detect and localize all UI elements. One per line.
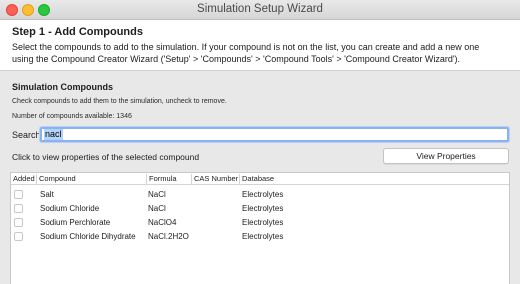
column-header-cas-number[interactable]: CAS Number — [191, 174, 239, 184]
compound-formula: NaClO4 — [148, 218, 177, 227]
step-description: Select the compounds to add to the simul… — [12, 41, 512, 65]
compound-database: Electrolytes — [242, 218, 284, 227]
column-header-formula[interactable]: Formula — [146, 174, 191, 184]
compound-name: Sodium Perchlorate — [40, 218, 111, 227]
search-value: nacl — [44, 129, 63, 140]
search-input[interactable]: nacl — [40, 127, 509, 142]
view-properties-button[interactable]: View Properties — [383, 148, 509, 164]
compound-database: Electrolytes — [242, 204, 284, 213]
added-checkbox[interactable] — [14, 190, 23, 199]
window-titlebar: Simulation Setup Wizard — [0, 0, 520, 20]
section-title: Simulation Compounds — [12, 82, 113, 92]
search-label: Search — [12, 130, 41, 140]
table-row[interactable]: Sodium Chloride NaCl Electrolytes — [11, 202, 509, 216]
description-line-2: using the Compound Creator Wizard ('Setu… — [12, 54, 461, 64]
compound-formula: NaCl — [148, 190, 166, 199]
view-properties-hint: Click to view properties of the selected… — [12, 152, 200, 162]
compound-name: Salt — [40, 190, 54, 199]
compounds-table: Added Compound Formula CAS Number Databa… — [10, 172, 510, 284]
compound-formula: NaCl — [148, 204, 166, 213]
window-title: Simulation Setup Wizard — [197, 3, 323, 15]
column-header-compound[interactable]: Compound — [36, 174, 146, 184]
description-line-1: Select the compounds to add to the simul… — [12, 42, 480, 52]
column-header-database[interactable]: Database — [239, 174, 299, 184]
table-row[interactable]: Salt NaCl Electrolytes — [11, 188, 509, 202]
table-row[interactable]: Sodium Perchlorate NaClO4 Electrolytes — [11, 216, 509, 230]
compound-name: Sodium Chloride Dihydrate — [40, 232, 136, 241]
compound-count: Number of compounds available: 1346 — [12, 113, 132, 120]
compound-formula: NaCl.2H2O — [148, 232, 189, 241]
compound-name: Sodium Chloride — [40, 204, 100, 213]
table-row[interactable]: Sodium Chloride Dihydrate NaCl.2H2O Elec… — [11, 230, 509, 244]
added-checkbox[interactable] — [14, 232, 23, 241]
check-hint: Check compounds to add them to the simul… — [12, 98, 227, 105]
step-title: Step 1 - Add Compounds — [12, 26, 143, 38]
wizard-header: Step 1 - Add Compounds Select the compou… — [0, 20, 520, 71]
table-header: Added Compound Formula CAS Number Databa… — [11, 173, 509, 185]
added-checkbox[interactable] — [14, 218, 23, 227]
compound-database: Electrolytes — [242, 190, 284, 199]
compound-database: Electrolytes — [242, 232, 284, 241]
added-checkbox[interactable] — [14, 204, 23, 213]
column-header-added[interactable]: Added — [11, 174, 36, 184]
